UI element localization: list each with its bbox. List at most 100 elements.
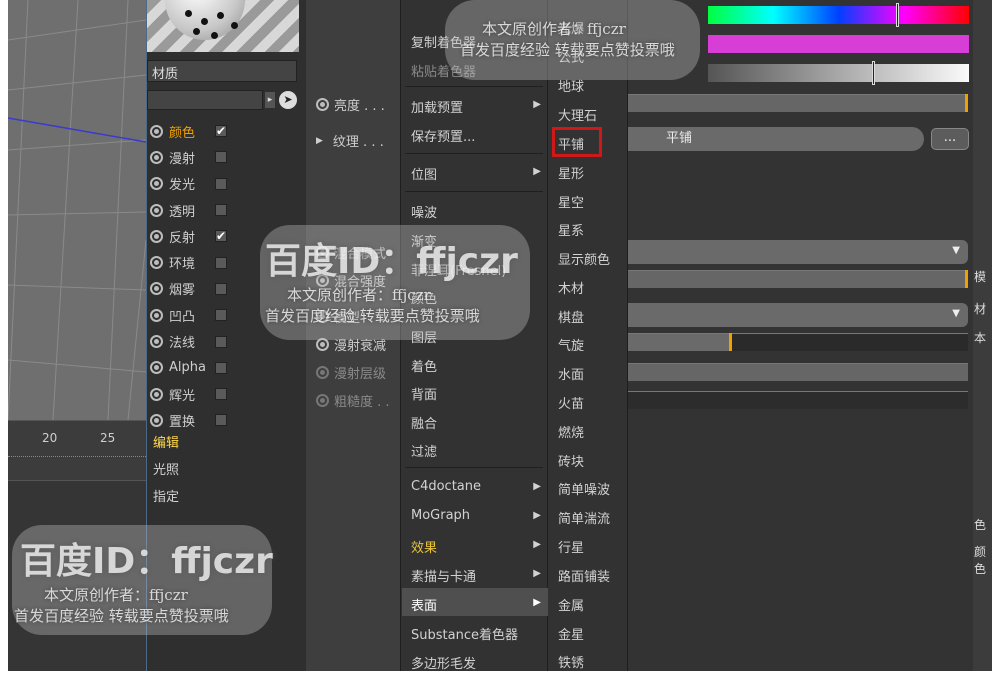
menu-bitmap[interactable]: 位图 — [411, 164, 437, 183]
submenu-item[interactable]: 铁锈 — [558, 652, 584, 671]
radio-icon[interactable] — [150, 229, 163, 243]
radio-icon[interactable] — [316, 394, 329, 407]
value-slider[interactable] — [708, 64, 969, 82]
channel-checkbox[interactable] — [215, 335, 227, 348]
mix-mode-dropdown[interactable]: ▼ — [628, 240, 968, 264]
diffuse-level-bar[interactable] — [628, 363, 968, 381]
attr-label: 纹理 . . . — [332, 135, 384, 150]
brightness-row[interactable]: 亮度 . . . — [316, 95, 385, 114]
channel-checkbox[interactable] — [215, 361, 227, 374]
channel-color[interactable]: 颜色 ✔ — [147, 118, 297, 144]
material-search-field[interactable] — [147, 90, 263, 110]
menu-fusion[interactable]: 融合 — [411, 413, 437, 432]
submenu-item[interactable]: 路面铺装 — [558, 566, 610, 585]
texture-button[interactable]: 平铺 — [628, 127, 924, 151]
expand-arrow-icon[interactable]: ▶ — [316, 136, 323, 146]
texture-row[interactable]: ▶ 纹理 . . . — [316, 131, 384, 150]
submenu-item[interactable]: 砖块 — [558, 451, 584, 470]
radio-icon[interactable] — [316, 98, 329, 111]
submenu-item[interactable]: 星空 — [558, 192, 584, 211]
mix-strength-bar[interactable] — [628, 270, 968, 288]
channel-checkbox[interactable] — [215, 388, 227, 401]
menu-mograph[interactable]: MoGraph — [411, 508, 470, 523]
radio-icon[interactable] — [150, 124, 163, 138]
menu-noise[interactable]: 噪波 — [411, 202, 437, 221]
submenu-item[interactable]: 棋盘 — [558, 307, 584, 326]
channel-checkbox[interactable] — [215, 309, 227, 322]
channel-checkbox[interactable] — [215, 256, 227, 269]
channel-label: Alpha — [169, 360, 206, 376]
radio-icon[interactable] — [150, 150, 163, 164]
radio-icon[interactable] — [316, 366, 329, 379]
material-name-field[interactable]: 材质 — [147, 60, 297, 82]
submenu-item[interactable]: 简单噪波 — [558, 479, 610, 498]
radio-icon[interactable] — [150, 335, 163, 349]
radio-icon[interactable] — [150, 387, 163, 401]
texture-options-button[interactable]: ... — [931, 128, 969, 150]
submenu-item[interactable]: 火苗 — [558, 393, 584, 412]
radio-icon[interactable] — [150, 203, 163, 217]
submenu-item[interactable]: 木材 — [558, 278, 584, 297]
channel-checkbox[interactable] — [215, 282, 227, 295]
radio-icon[interactable] — [150, 282, 163, 296]
channel-checkbox[interactable]: ✔ — [215, 230, 227, 243]
menu-backlight[interactable]: 背面 — [411, 384, 437, 403]
section-assignment[interactable]: 指定 — [153, 486, 179, 513]
channel-luminance[interactable]: 发光 — [147, 171, 297, 197]
submenu-item[interactable]: 金星 — [558, 624, 584, 643]
timeline[interactable]: 20 25 — [8, 420, 146, 480]
hue-slider-handle[interactable] — [896, 3, 899, 27]
radio-icon[interactable] — [150, 177, 163, 191]
channel-displacement[interactable]: 置换 — [147, 407, 297, 433]
pointer-icon[interactable]: ➤ — [279, 91, 297, 109]
channel-checkbox[interactable] — [215, 177, 227, 190]
section-illumination[interactable]: 光照 — [153, 459, 179, 486]
submenu-item[interactable]: 显示颜色 — [558, 249, 610, 268]
radio-icon[interactable] — [150, 361, 163, 375]
submenu-item[interactable]: 气旋 — [558, 335, 584, 354]
diffuse-level-row[interactable]: 漫射层级 — [316, 363, 386, 382]
diffuse-falloff-bar[interactable] — [628, 333, 730, 351]
channel-alpha[interactable]: Alpha — [147, 355, 297, 381]
submenu-item[interactable]: 金属 — [558, 595, 584, 614]
material-preview[interactable] — [147, 0, 299, 52]
menu-surfaces[interactable]: 表面 — [411, 595, 437, 614]
menu-load-preset[interactable]: 加载预置 — [411, 97, 463, 116]
radio-icon[interactable] — [150, 413, 163, 427]
roughness-bar[interactable] — [628, 391, 968, 409]
channel-checkbox[interactable] — [215, 414, 227, 427]
channel-checkbox[interactable] — [215, 151, 227, 164]
channel-transparency[interactable]: 透明 — [147, 197, 297, 223]
brightness-bar[interactable] — [628, 94, 968, 112]
submenu-item[interactable]: 星系 — [558, 220, 584, 239]
submenu-item[interactable]: 简单湍流 — [558, 508, 610, 527]
radio-icon[interactable] — [150, 308, 163, 322]
submenu-item[interactable]: 燃烧 — [558, 422, 584, 441]
model-dropdown[interactable]: ▼ — [628, 303, 968, 327]
channel-diffusion[interactable]: 漫射 — [147, 144, 297, 170]
value-slider-handle[interactable] — [872, 61, 875, 85]
submenu-item[interactable]: 行星 — [558, 537, 584, 556]
field-arrow-icon[interactable]: ▸ — [265, 92, 275, 108]
hue-slider[interactable] — [708, 6, 969, 24]
submenu-item[interactable]: 水面 — [558, 364, 584, 383]
submenu-item[interactable]: 星形 — [558, 163, 584, 182]
menu-colorizer[interactable]: 着色 — [411, 356, 437, 375]
radio-icon[interactable] — [150, 256, 163, 270]
color-swatch[interactable] — [708, 35, 969, 53]
3d-viewport[interactable] — [8, 0, 146, 420]
menu-c4doctane[interactable]: C4doctane — [411, 479, 481, 494]
channel-checkbox[interactable] — [215, 204, 227, 217]
menu-sketch-toon[interactable]: 素描与卡通 — [411, 566, 476, 585]
menu-polygon-hair[interactable]: 多边形毛发 — [411, 653, 476, 671]
menu-effects[interactable]: 效果 — [411, 537, 437, 556]
submenu-item[interactable]: 大理石 — [558, 105, 597, 124]
menu-substance-shader[interactable]: Substance着色器 — [411, 624, 518, 643]
channel-checkbox[interactable]: ✔ — [215, 125, 227, 138]
channel-label: 发光 — [169, 178, 196, 194]
menu-filter[interactable]: 过滤 — [411, 441, 437, 460]
section-edit[interactable]: 编辑 — [153, 432, 179, 459]
channel-glow[interactable]: 辉光 — [147, 381, 297, 407]
menu-save-preset[interactable]: 保存预置... — [411, 126, 475, 145]
roughness-row[interactable]: 粗糙度 . . — [316, 391, 390, 410]
